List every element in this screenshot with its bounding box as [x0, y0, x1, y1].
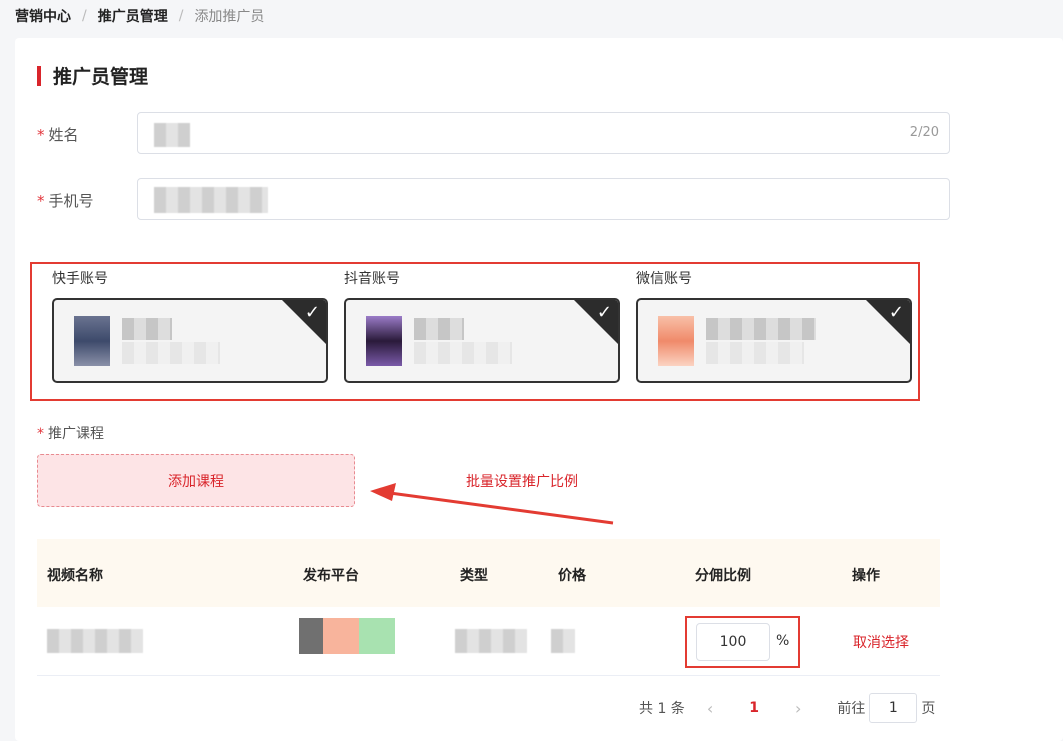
checkmark-icon: ✓: [888, 302, 904, 323]
col-commission: 分佣比例: [695, 568, 751, 584]
phone-input[interactable]: [137, 178, 950, 220]
wechat-avatar: [658, 316, 694, 366]
required-mark: *: [37, 126, 45, 144]
prev-page-icon[interactable]: ‹: [707, 699, 713, 718]
wechat-account-label: 微信账号: [636, 271, 692, 287]
redacted-video-name: [47, 629, 143, 653]
table-row: 100 % 取消选择: [37, 607, 940, 676]
douyin-avatar: [366, 316, 402, 366]
redacted-type: [455, 629, 527, 653]
kuaishou-account-label: 快手账号: [52, 271, 108, 287]
redacted-account-name: [414, 318, 464, 340]
course-label: * 推广课程: [37, 423, 104, 443]
cancel-selection-button[interactable]: 取消选择: [853, 632, 909, 652]
col-video-name: 视频名称: [47, 568, 103, 584]
breadcrumb-item-marketing[interactable]: 营销中心: [15, 6, 71, 26]
page-suffix: 页: [921, 701, 936, 717]
breadcrumb: 营销中心 / 推广员管理 / 添加推广员: [15, 6, 264, 26]
required-mark: *: [37, 192, 45, 210]
batch-set-ratio-link[interactable]: 批量设置推广比例: [466, 471, 578, 491]
checkmark-icon: ✓: [596, 302, 612, 323]
douyin-account-label: 抖音账号: [344, 271, 400, 287]
redacted-account-id: [122, 342, 220, 364]
percent-unit: %: [776, 633, 790, 649]
goto-label: 前往: [837, 701, 866, 717]
redacted-account-name: [122, 318, 172, 340]
page-title-text: 推广员管理: [53, 66, 149, 88]
breadcrumb-item-promoter[interactable]: 推广员管理: [98, 6, 168, 26]
pagination-total: 共 1 条: [639, 701, 685, 717]
name-char-counter: 2/20: [909, 125, 939, 140]
next-page-icon[interactable]: ›: [795, 699, 801, 718]
phone-label-text: 手机号: [48, 192, 94, 210]
page-number-current[interactable]: 1: [749, 700, 759, 716]
page-title: 推广员管理: [37, 62, 148, 89]
wechat-account-card[interactable]: ✓: [636, 298, 912, 383]
kuaishou-avatar: [74, 316, 110, 366]
checkmark-icon: ✓: [304, 302, 320, 323]
platform-icons: [299, 618, 395, 654]
name-label-text: 姓名: [48, 126, 79, 144]
goto-page-input[interactable]: 1: [869, 693, 918, 723]
redacted-price: [551, 629, 575, 653]
redacted-account-id: [706, 342, 804, 364]
pagination: 共 1 条 ‹ 1 › 前往 1 页: [639, 693, 935, 723]
add-course-button[interactable]: 添加课程: [37, 454, 355, 507]
redacted-account-id: [414, 342, 512, 364]
accounts-highlight-box: 快手账号 抖音账号 微信账号 ✓ ✓ ✓: [30, 262, 920, 401]
redacted-name: [154, 123, 190, 147]
douyin-account-card[interactable]: ✓: [344, 298, 620, 383]
redacted-phone: [154, 187, 268, 213]
table-header: 视频名称 发布平台 类型 价格 分佣比例 操作: [37, 539, 940, 607]
name-input[interactable]: 2/20: [137, 112, 950, 154]
breadcrumb-separator: /: [82, 8, 87, 24]
phone-label: * 手机号: [37, 190, 94, 211]
col-platform: 发布平台: [303, 568, 359, 584]
col-type: 类型: [460, 568, 488, 584]
title-accent-bar: [37, 65, 41, 86]
main-card: 推广员管理 *姓名 2/20 *手机号 快手账号 抖音账号 微信账号 ✓ ✓: [15, 38, 1063, 741]
course-label-text: 推广课程: [48, 426, 104, 442]
breadcrumb-separator: /: [178, 8, 184, 24]
col-price: 价格: [558, 568, 586, 584]
breadcrumb-current: 添加推广员: [194, 9, 265, 25]
required-mark: *: [37, 426, 44, 442]
commission-ratio-input[interactable]: 100: [696, 623, 770, 661]
name-label: * 姓名: [37, 124, 79, 145]
col-action: 操作: [852, 568, 880, 584]
course-table: 视频名称 发布平台 类型 价格 分佣比例 操作 100 % 取消选择: [37, 539, 940, 676]
commission-highlight-box: 100 %: [685, 616, 800, 668]
kuaishou-account-card[interactable]: ✓: [52, 298, 328, 383]
redacted-account-name: [706, 318, 816, 340]
